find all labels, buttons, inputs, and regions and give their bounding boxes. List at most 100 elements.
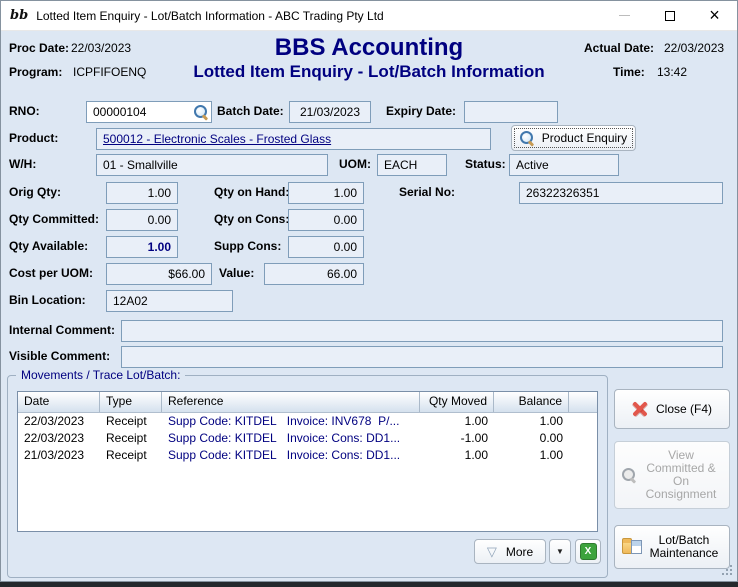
rno-label: RNO: <box>9 104 40 118</box>
status-field: Active <box>509 154 619 176</box>
lot-batch-maintenance-button[interactable]: Lot/Batch Maintenance <box>614 525 730 569</box>
more-button[interactable]: ▽ More <box>474 539 546 564</box>
movements-group-label: Movements / Trace Lot/Batch: <box>16 368 185 382</box>
wh-field: 01 - Smallville <box>96 154 328 176</box>
cell-reference: Supp Code: KITDEL Invoice: Cons: DD1... <box>162 430 420 447</box>
supp-cons-label: Supp Cons: <box>214 239 281 253</box>
cell-qty-moved: 1.00 <box>420 447 494 464</box>
qty-on-hand-label: Qty on Hand: <box>214 185 289 199</box>
value-label: Value: <box>219 266 254 280</box>
movements-table: Date Type Reference Qty Moved Balance 22… <box>17 391 598 532</box>
close-window-button[interactable]: × <box>692 1 737 30</box>
caret-down-icon: ▼ <box>556 548 564 556</box>
qty-available-label: Qty Available: <box>9 239 88 253</box>
visible-comment-field <box>121 346 723 368</box>
close-button[interactable]: Close (F4) <box>614 389 730 429</box>
cell-balance: 1.00 <box>494 413 569 430</box>
close-x-icon <box>632 401 648 417</box>
internal-comment-field <box>121 320 723 342</box>
maximize-icon <box>665 11 675 21</box>
batch-date-label: Batch Date: <box>217 104 284 118</box>
search-icon <box>520 131 534 145</box>
minimize-button[interactable] <box>602 1 647 30</box>
movements-table-header: Date Type Reference Qty Moved Balance <box>18 392 597 413</box>
table-row[interactable]: 22/03/2023 Receipt Supp Code: KITDEL Inv… <box>18 413 597 430</box>
internal-comment-label: Internal Comment: <box>9 323 115 337</box>
cell-reference: Supp Code: KITDEL Invoice: Cons: DD1... <box>162 447 420 464</box>
column-header-reference[interactable]: Reference <box>162 392 420 412</box>
chevron-down-icon: ▽ <box>487 545 497 558</box>
column-header-type[interactable]: Type <box>100 392 162 412</box>
uom-field: EACH <box>377 154 447 176</box>
cell-date: 21/03/2023 <box>18 447 100 464</box>
qty-on-cons-field: 0.00 <box>288 209 364 231</box>
wh-label: W/H: <box>9 157 36 171</box>
cell-type: Receipt <box>100 430 162 447</box>
product-enquiry-button[interactable]: Product Enquiry <box>511 125 636 151</box>
qty-on-cons-label: Qty on Cons: <box>214 212 289 226</box>
column-header-date[interactable]: Date <box>18 392 100 412</box>
expiry-date-field <box>464 101 558 123</box>
time-value: 13:42 <box>657 65 687 79</box>
app-window: bb Lotted Item Enquiry - Lot/Batch Infor… <box>0 0 738 582</box>
cell-qty-moved: -1.00 <box>420 430 494 447</box>
uom-label: UOM: <box>339 157 371 171</box>
minimize-icon <box>619 15 630 16</box>
batch-date-field: 21/03/2023 <box>289 101 371 123</box>
orig-qty-label: Orig Qty: <box>9 185 61 199</box>
expiry-date-label: Expiry Date: <box>386 104 456 118</box>
cell-type: Receipt <box>100 447 162 464</box>
qty-on-hand-field: 1.00 <box>288 182 364 204</box>
folder-icon <box>622 541 639 554</box>
qty-available-field: 1.00 <box>106 236 178 258</box>
cost-per-uom-field: $66.00 <box>106 263 212 285</box>
excel-icon <box>580 543 597 560</box>
more-dropdown-button[interactable]: ▼ <box>549 539 571 564</box>
table-row[interactable]: 22/03/2023 Receipt Supp Code: KITDEL Inv… <box>18 430 597 447</box>
column-header-qty-moved[interactable]: Qty Moved <box>420 392 494 412</box>
cell-type: Receipt <box>100 413 162 430</box>
window-title: Lotted Item Enquiry - Lot/Batch Informat… <box>36 9 384 23</box>
time-label: Time: <box>613 65 645 79</box>
orig-qty-field: 1.00 <box>106 182 178 204</box>
serial-no-label: Serial No: <box>399 185 455 199</box>
qty-committed-label: Qty Committed: <box>9 212 99 226</box>
title-bar: bb Lotted Item Enquiry - Lot/Batch Infor… <box>1 1 737 31</box>
cell-reference: Supp Code: KITDEL Invoice: INV678 P/... <box>162 413 420 430</box>
column-header-balance[interactable]: Balance <box>494 392 569 412</box>
close-icon: × <box>709 6 720 24</box>
visible-comment-label: Visible Comment: <box>9 349 110 363</box>
cell-qty-moved: 1.00 <box>420 413 494 430</box>
window-controls: × <box>602 1 737 30</box>
cell-date: 22/03/2023 <box>18 430 100 447</box>
status-label: Status: <box>465 157 506 171</box>
cell-balance: 1.00 <box>494 447 569 464</box>
product-field: 500012 - Electronic Scales - Frosted Gla… <box>96 128 491 150</box>
column-header-filler <box>569 392 597 412</box>
value-field: 66.00 <box>264 263 364 285</box>
screen: bb Lotted Item Enquiry - Lot/Batch Infor… <box>0 0 738 587</box>
resize-grip[interactable] <box>730 565 732 567</box>
cell-balance: 0.00 <box>494 430 569 447</box>
table-row[interactable]: 21/03/2023 Receipt Supp Code: KITDEL Inv… <box>18 447 597 464</box>
desktop-strip <box>0 582 738 587</box>
actual-date-value: 22/03/2023 <box>664 41 724 55</box>
serial-no-field: 26322326351 <box>519 182 723 204</box>
bin-location-field: 12A02 <box>106 290 233 312</box>
view-committed-button[interactable]: View Committed & On Consignment <box>614 441 730 509</box>
cost-per-uom-label: Cost per UOM: <box>9 266 93 280</box>
search-icon <box>622 468 636 482</box>
actual-date-label: Actual Date: <box>584 41 654 55</box>
rno-input[interactable]: 00000104 <box>86 101 212 123</box>
product-label: Product: <box>9 131 58 145</box>
bin-location-label: Bin Location: <box>9 293 86 307</box>
qty-committed-field: 0.00 <box>106 209 178 231</box>
maximize-button[interactable] <box>647 1 692 30</box>
product-link[interactable]: 500012 - Electronic Scales - Frosted Gla… <box>103 132 331 146</box>
export-excel-button[interactable] <box>575 539 601 564</box>
movements-group: Movements / Trace Lot/Batch: Date Type R… <box>7 375 608 578</box>
search-icon[interactable] <box>194 105 208 119</box>
supp-cons-field: 0.00 <box>288 236 364 258</box>
app-icon: bb <box>10 9 28 22</box>
cell-date: 22/03/2023 <box>18 413 100 430</box>
